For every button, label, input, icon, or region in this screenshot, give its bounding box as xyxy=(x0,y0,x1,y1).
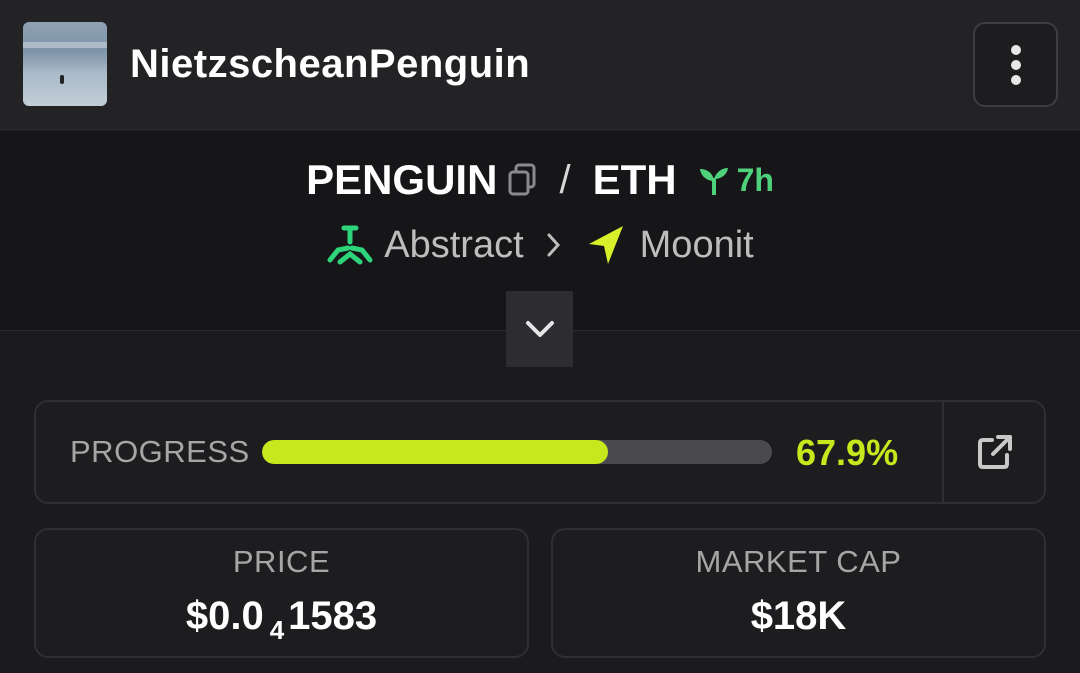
top-bar: NietzscheanPenguin xyxy=(0,0,1080,130)
chevron-right-icon xyxy=(547,233,560,257)
external-link-icon xyxy=(978,435,1012,469)
chevron-down-icon xyxy=(525,321,554,337)
pair-quote-symbol: ETH xyxy=(592,156,677,203)
kebab-dot xyxy=(1010,74,1021,85)
progress-label: PROGRESS xyxy=(70,434,250,469)
progress-bar xyxy=(262,440,772,464)
copy-icon[interactable] xyxy=(507,163,537,197)
moonit-logo-icon xyxy=(588,226,623,264)
progress-value: 67.9% xyxy=(796,432,899,473)
progress-bar-fill xyxy=(262,440,609,464)
market-cap-value: $18K xyxy=(750,594,847,638)
external-link-button[interactable] xyxy=(944,402,1046,502)
pair-base-symbol: PENGUIN xyxy=(306,156,498,203)
chain-name[interactable]: Abstract xyxy=(384,224,523,267)
pair-separator: / xyxy=(559,157,571,202)
price-prefix: $0.0 xyxy=(185,594,264,638)
market-cap-label: MARKET CAP xyxy=(695,544,902,579)
pair-age-text: 7h xyxy=(736,161,774,198)
price-label: PRICE xyxy=(232,544,331,579)
dex-name[interactable]: Moonit xyxy=(640,224,754,267)
price-digits: 1583 xyxy=(288,594,378,638)
price-value: $0.0 4 1583 xyxy=(36,594,527,645)
market-cap-card: MARKET CAP $18K xyxy=(551,528,1046,658)
expand-details-button[interactable] xyxy=(506,291,573,367)
price-zero-count: 4 xyxy=(269,615,285,645)
token-avatar[interactable] xyxy=(23,22,107,106)
progress-card: PROGRESS 67.9% xyxy=(34,400,1046,504)
sprout-icon xyxy=(699,168,728,195)
route-row: Abstract Moonit xyxy=(0,222,1080,268)
token-name: NietzscheanPenguin xyxy=(130,42,531,86)
kebab-dot xyxy=(1010,59,1021,70)
pair-row: PENGUIN / ETH 7h xyxy=(0,155,1080,205)
kebab-dot xyxy=(1010,44,1021,55)
abstract-logo-icon xyxy=(327,225,373,265)
pair-age: 7h xyxy=(697,162,774,199)
more-menu-button[interactable] xyxy=(973,22,1058,107)
price-card: PRICE $0.0 4 1583 xyxy=(34,528,529,658)
